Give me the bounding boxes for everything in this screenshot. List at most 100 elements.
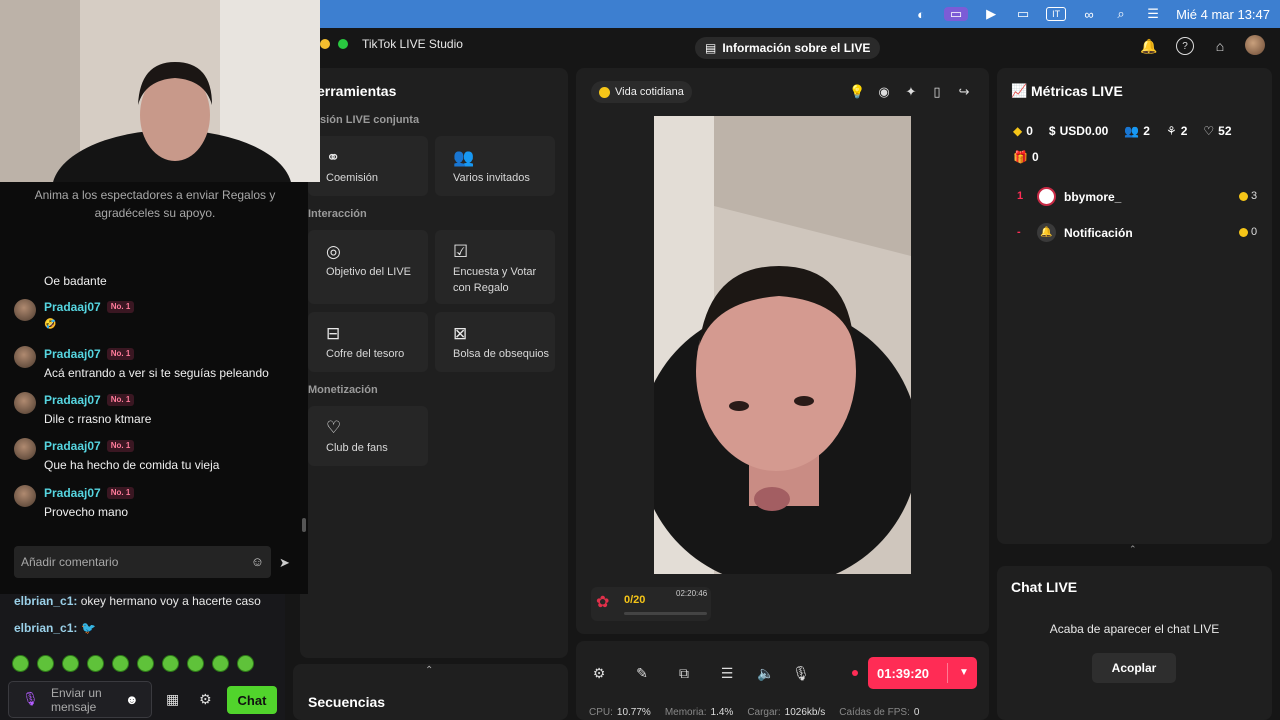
gift-hint: Anima a los espectadores a enviar Regalo…: [34, 188, 276, 220]
chat-line: elbrian_c1: 🐦: [14, 621, 97, 635]
tool-fan-club[interactable]: ♡ Club de fans: [308, 406, 428, 466]
volume-icon[interactable]: 🔈: [757, 664, 775, 682]
sliders-icon[interactable]: ☰: [718, 664, 736, 682]
ranking-coins: 3: [1239, 190, 1257, 202]
profile-avatar[interactable]: [1245, 35, 1265, 55]
ranking-name[interactable]: Notificación: [1064, 226, 1133, 240]
tool-live-goal[interactable]: ◎ Objetivo del LIVE: [308, 230, 428, 304]
comment-input[interactable]: Añadir comentario ☺: [14, 546, 271, 578]
likes-value: 52: [1218, 124, 1232, 138]
avatar: [14, 392, 36, 414]
dollar-icon: $: [1048, 124, 1056, 138]
play-icon[interactable]: ▶: [982, 6, 1000, 21]
message-text: Dile c rrasno ktmare: [44, 412, 152, 426]
mic-icon[interactable]: 🎙: [792, 664, 810, 682]
dropdown-icon[interactable]: ▼: [947, 663, 969, 683]
weather-icon[interactable]: ◐: [912, 7, 930, 22]
share-icon[interactable]: ↪: [956, 84, 972, 100]
webcam-overlay: [0, 0, 320, 182]
tool-coemision[interactable]: ⚭ Coemisión: [308, 136, 428, 196]
rank-badge: No. 1: [106, 301, 135, 313]
bulb-icon[interactable]: 💡: [849, 84, 865, 100]
mic-icon[interactable]: 🎙: [22, 691, 39, 707]
tool-label: Coemisión: [326, 172, 378, 184]
username: Pradaaj07: [44, 300, 101, 314]
rose-icon: ✿: [596, 594, 610, 611]
screen-mirroring-icon[interactable]: ▭: [944, 6, 969, 21]
scrollbar[interactable]: [302, 518, 306, 532]
username: Pradaaj07: [44, 347, 101, 361]
chat-live-title: Chat LIVE: [1011, 579, 1078, 595]
bell-icon[interactable]: 🔔: [1140, 37, 1158, 55]
section-monetization: Monetización: [308, 384, 378, 396]
effects-icon[interactable]: ✦: [903, 84, 919, 100]
viewers-icon: 👥: [1124, 124, 1140, 138]
emoji-icon[interactable]: ☻: [125, 692, 139, 707]
fps-stat: Caídas de FPS: 0: [839, 707, 920, 718]
dock-button[interactable]: Acoplar: [1092, 653, 1176, 683]
metrics-row-2: 🎁 0: [1013, 150, 1039, 164]
section-multi-live: isión LIVE conjunta: [317, 114, 420, 126]
cpu-stat: CPU: 10.77%: [589, 707, 651, 718]
goal-widget[interactable]: ✿ 0/20 02:20:46: [591, 587, 711, 621]
performance-stats: CPU: 10.77% Memoria: 1.4% Cargar: 1026kb/s …: [589, 707, 919, 718]
memory-stat: Memoria: 1.4%: [664, 707, 734, 718]
tool-poll[interactable]: ☑ Encuesta y Votar con Regalo: [435, 230, 555, 304]
chat-line: elbrian_c1: okey hermano voy a hacerte c…: [14, 594, 261, 608]
viewer-avatar[interactable]: [1037, 187, 1056, 206]
layout-icon[interactable]: ⧉: [675, 664, 693, 682]
search-icon[interactable]: ⌕: [1112, 6, 1130, 21]
metrics-panel: 📈 Métricas LIVE: [997, 68, 1272, 544]
emote-icon: [87, 655, 104, 672]
users-icon: 👥: [453, 148, 475, 167]
new-followers-icon: ⚘: [1165, 124, 1177, 138]
control-center-icon[interactable]: ☰: [1144, 6, 1162, 21]
tool-treasure[interactable]: ⊟ Cofre del tesoro: [308, 312, 428, 372]
avatar: [14, 346, 36, 368]
battery-icon[interactable]: ▭: [1014, 6, 1032, 21]
settings-icon[interactable]: ⚙: [199, 691, 212, 708]
emote-icon: [37, 655, 54, 672]
ranking-name[interactable]: bbymore_: [1064, 190, 1121, 204]
gift-icon: 🎁: [1013, 150, 1028, 164]
emoji-icon[interactable]: ☺: [251, 554, 264, 569]
rank-badge: No. 1: [106, 440, 135, 452]
comments-panel: [0, 182, 308, 594]
emote-icon: [212, 655, 229, 672]
expand-chevron-icon[interactable]: ⌃: [425, 665, 433, 676]
tool-multi-guest[interactable]: 👥 Varios invitados: [435, 136, 555, 196]
home-icon[interactable]: ⌂: [1211, 37, 1229, 55]
live-duration: 01:39:20: [877, 665, 930, 681]
link-icon[interactable]: ∞: [1080, 7, 1098, 22]
phone-icon[interactable]: ▯: [929, 84, 945, 100]
record-icon[interactable]: ◉: [876, 84, 892, 100]
chat-send-button[interactable]: Chat: [227, 686, 277, 714]
gifts-value: 0: [1031, 150, 1039, 164]
send-icon[interactable]: ➤: [279, 555, 290, 571]
tool-label: Varios invitados: [453, 172, 530, 184]
tool-label: Cofre del tesoro: [326, 348, 405, 360]
target-icon: ◎: [326, 242, 341, 261]
minimize-button[interactable]: [320, 39, 330, 49]
avatar: [14, 299, 36, 321]
emote-icon: [237, 655, 254, 672]
emote-icon: [62, 655, 79, 672]
diamonds-value: 0: [1026, 124, 1033, 138]
store-icon[interactable]: ▦: [166, 691, 179, 708]
magic-wand-icon[interactable]: ✎: [633, 664, 651, 682]
end-live-button[interactable]: 01:39:20 ▼: [868, 657, 977, 689]
settings-icon[interactable]: ⚙: [590, 664, 608, 682]
stream-chat-input[interactable]: 🎙 Enviar un mensaje ☻: [8, 681, 152, 718]
zoom-button[interactable]: [338, 39, 348, 49]
comment-placeholder: Añadir comentario: [21, 555, 119, 569]
input-source-label[interactable]: IT: [1046, 7, 1067, 21]
goal-timer: 02:20:46: [676, 589, 708, 598]
tool-gift-bag[interactable]: ⊠ Bolsa de obsequios: [435, 312, 555, 372]
live-info-button[interactable]: ▤ Información sobre el LIVE: [695, 37, 881, 59]
viewers-value: 2: [1143, 124, 1150, 138]
collapse-chevron-icon[interactable]: ⌃: [1129, 544, 1137, 555]
category-chip[interactable]: Vida cotidiana: [591, 81, 692, 103]
menubar-clock[interactable]: Mié 4 mar 13:47: [1176, 7, 1270, 22]
section-interaction: Interacción: [308, 208, 367, 220]
help-icon[interactable]: ?: [1176, 37, 1194, 55]
